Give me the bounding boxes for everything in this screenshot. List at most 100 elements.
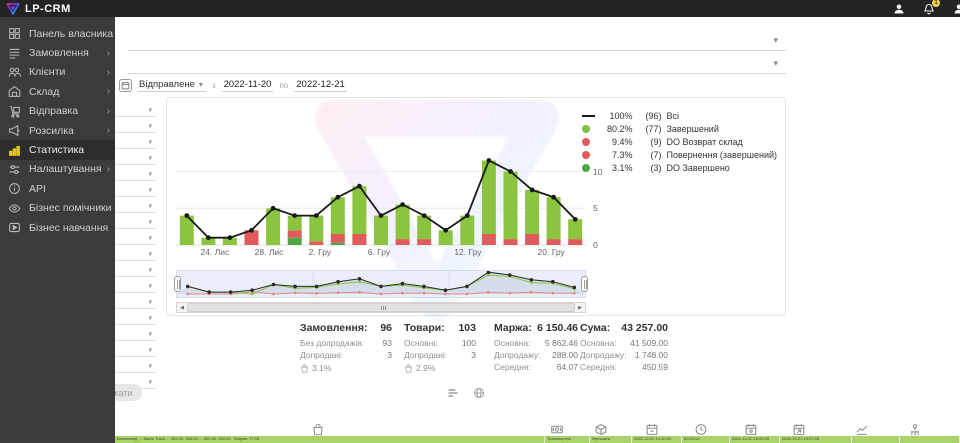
table-cell[interactable]: 2022-12-20 14:10:04 — [632, 436, 682, 443]
legend-label: DO Завершено — [666, 163, 777, 173]
profile-icon[interactable] — [953, 3, 960, 15]
filter-select-3[interactable]: ▾ — [115, 136, 155, 149]
legend-percent: 3.1% — [600, 163, 636, 173]
filter-select-1[interactable]: ▾ — [115, 104, 155, 117]
chevron-down-icon: ▾ — [148, 298, 152, 306]
sales-chart-icon[interactable] — [856, 423, 869, 436]
bag-icon[interactable] — [312, 423, 325, 436]
stat-title: Товари: — [404, 322, 445, 334]
filter-select-4[interactable]: ▾ — [115, 152, 155, 165]
legend-item[interactable]: 80.2%(77)Завершений — [582, 122, 777, 135]
chevron-down-icon: ▾ — [148, 202, 152, 210]
orders-icon — [8, 47, 21, 60]
sidebar-item-training[interactable]: Бізнес навчання — [0, 218, 115, 237]
table-cell[interactable] — [852, 436, 900, 443]
scroll-right-icon[interactable]: ▶ — [575, 305, 585, 311]
upsell-bag-icon — [404, 364, 413, 373]
report-select-1[interactable]: ▾ — [128, 31, 786, 51]
globe-toggle-icon[interactable] — [473, 387, 485, 399]
table-cell[interactable]: Транспортна — [545, 436, 590, 443]
date-from-input[interactable]: 2022-11-20 — [222, 79, 274, 92]
calendar-icon[interactable] — [119, 79, 132, 92]
sidebar-item-orders[interactable]: Замовлення› — [0, 43, 115, 62]
stat-row-value: 5 862.46 — [545, 338, 578, 350]
settings-icon — [8, 163, 21, 176]
sidebar-item-shipping[interactable]: Відправка› — [0, 102, 115, 121]
stat-value: 103 — [458, 322, 476, 334]
legend-dot-swatch — [582, 138, 590, 146]
chart-scrollbar[interactable]: ◀ ▶ — [176, 302, 586, 313]
chevron-down-icon: ▾ — [148, 170, 152, 178]
table-cell[interactable]: Укрпошта — [590, 436, 632, 443]
chart-rows-toggle-icon[interactable] — [447, 387, 459, 399]
date-to-input[interactable]: 2022-12-21 — [294, 79, 347, 92]
legend-item[interactable]: 3.1%(3)DO Завершено — [582, 161, 777, 174]
sidebar-item-warehouse[interactable]: Склад› — [0, 82, 115, 101]
sidebar-item-mailing[interactable]: Розсилка› — [0, 121, 115, 140]
stat-title: Сума: — [580, 322, 610, 334]
filter-select-13[interactable]: ▾ — [115, 296, 155, 309]
x-axis-tick: 24. Лис — [201, 247, 230, 257]
filter-select-6[interactable]: ▾ — [115, 184, 155, 197]
package-icon[interactable] — [595, 423, 608, 436]
money-icon[interactable] — [551, 423, 564, 436]
stat-column-margin: Маржа:6 150.46Основна:5 862.46Допродажу:… — [494, 322, 578, 374]
sidebar-item-clients[interactable]: Клієнти› — [0, 63, 115, 82]
legend-percent: 100% — [600, 111, 636, 121]
sidebar-item-settings[interactable]: Налаштування› — [0, 160, 115, 179]
filter-select-7[interactable]: ▾ — [115, 200, 155, 213]
upsell-bag-icon — [300, 364, 309, 373]
report-select-2[interactable]: ▾ — [128, 54, 786, 74]
stat-row-value: 288.00 — [552, 350, 578, 362]
navigator-right-handle[interactable] — [581, 276, 588, 292]
sidebar-item-label: Склад — [29, 86, 59, 98]
calendar-icon[interactable] — [646, 423, 659, 436]
filter-select-5[interactable]: ▾ — [115, 168, 155, 181]
sidebar-item-dashboard[interactable]: Панель власника — [0, 24, 115, 43]
filter-select-9[interactable]: ▾ — [115, 232, 155, 245]
scroll-left-icon[interactable]: ◀ — [177, 305, 187, 311]
filter-select-11[interactable]: ▾ — [115, 264, 155, 277]
sidebar-item-statistics[interactable]: Статистика — [0, 140, 115, 159]
sidebar-item-api[interactable]: API — [0, 179, 115, 198]
table-cell[interactable]: 2022-12-21 13:07:05 — [780, 436, 852, 443]
hierarchy-icon[interactable] — [909, 423, 922, 436]
table-cell[interactable] — [900, 436, 960, 443]
filter-select-8[interactable]: ▾ — [115, 216, 155, 229]
legend-item[interactable]: 100%(96)Всі — [582, 109, 777, 122]
legend-item[interactable]: 9.4%(9)DO Возврат склад — [582, 135, 777, 148]
sidebar-item-helpers[interactable]: Бізнес помічники — [0, 199, 115, 218]
clock-icon[interactable] — [695, 423, 708, 436]
notifications-bell-icon[interactable]: 1 — [923, 3, 935, 15]
filter-select-12[interactable]: ▾ — [115, 280, 155, 293]
date-type-dropdown[interactable]: Відправлене ▾ — [138, 79, 206, 92]
calendar-export-icon[interactable] — [793, 423, 806, 436]
sidebar-item-label: Відправка — [29, 105, 78, 117]
x-axis-tick: 20. Гру — [538, 247, 565, 257]
stat-row-label: Основні: — [404, 338, 438, 350]
filter-select-2[interactable]: ▾ — [115, 120, 155, 133]
table-cell[interactable]: 00:00:00 — [682, 436, 730, 443]
status-chart[interactable] — [176, 101, 586, 253]
legend-item[interactable]: 7.3%(7)Повернення (завершений) — [582, 148, 777, 161]
chevron-down-icon: ▾ — [148, 378, 152, 386]
y-axis-tick: 0 — [593, 240, 611, 250]
chart-navigator[interactable] — [176, 270, 586, 298]
chevron-down-icon: ▾ — [148, 154, 152, 162]
to-label: по — [279, 81, 288, 90]
navigator-left-handle[interactable] — [174, 276, 181, 292]
table-cell[interactable]: Велосипед … Mavic Track … 984.00, 984.00… — [115, 436, 545, 443]
calendar-check-icon[interactable] — [745, 423, 758, 436]
user-icon[interactable] — [893, 3, 905, 15]
filter-select-15[interactable]: ▾ — [115, 328, 155, 341]
table-cell[interactable]: 2022-12-20 15:02:29 — [730, 436, 780, 443]
table-row[interactable]: Велосипед … Mavic Track … 984.00, 984.00… — [115, 436, 960, 443]
filter-select-17[interactable]: ▾ — [115, 360, 155, 373]
filter-select-16[interactable]: ▾ — [115, 344, 155, 357]
stat-row-value: 3 — [471, 350, 476, 362]
from-label: з — [212, 81, 216, 90]
filter-select-14[interactable]: ▾ — [115, 312, 155, 325]
scrollbar-thumb[interactable] — [187, 303, 575, 312]
logo[interactable]: LP-CRM — [0, 3, 71, 15]
filter-select-10[interactable]: ▾ — [115, 248, 155, 261]
